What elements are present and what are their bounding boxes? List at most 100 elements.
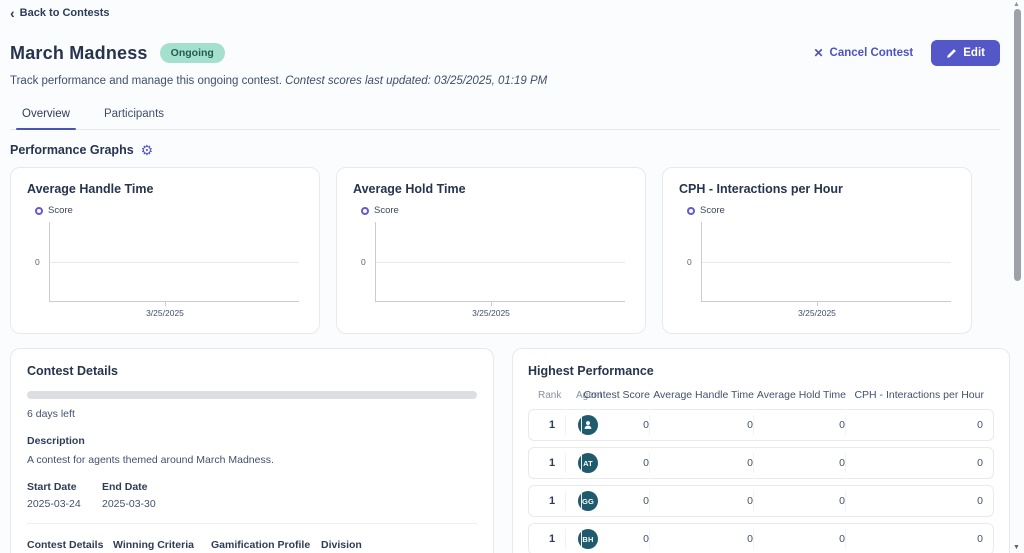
winning-criteria-label: Winning Criteria: [113, 539, 211, 551]
page-subtitle: Track performance and manage this ongoin…: [10, 75, 1000, 87]
cancel-contest-label: Cancel Contest: [830, 47, 914, 59]
handle-time-value: 0: [649, 453, 753, 473]
chart-plot-area: 0 3/25/2025: [679, 222, 955, 318]
table-row: 1 Jaqueline Lopes 0 0 0 0: [528, 409, 994, 441]
performance-graphs-header: Performance Graphs ⚙: [10, 143, 1000, 157]
col-contest-score: Contest Score: [582, 389, 650, 401]
cancel-contest-button[interactable]: ✕ Cancel Contest: [813, 46, 913, 60]
close-icon: ✕: [813, 46, 823, 60]
end-date-value: 2025-03-30: [102, 498, 156, 510]
agent-cell: BH bilal hussain: [565, 529, 581, 549]
title-row: March Madness Ongoing ✕ Cancel Contest E…: [10, 40, 1000, 66]
chevron-left-icon: ‹: [10, 8, 15, 18]
x-axis: [375, 301, 625, 302]
division-field: Division Home: [321, 539, 362, 553]
gamification-profile-label: Gamification Profile: [211, 539, 321, 551]
agent-cell: Jaqueline Lopes: [565, 415, 581, 435]
table-row: 1 AT Ashley Timbrook 0 0 0 0: [528, 447, 994, 479]
meta-fields-row: Contest Details Individual Winning Crite…: [27, 539, 477, 553]
chart-card-average-handle-time: Average Handle Time Score 0 3/25/2025: [10, 167, 320, 334]
legend-label: Score: [374, 205, 399, 216]
hold-time-value: 0: [753, 415, 845, 435]
vertical-scrollbar: ▲ ▼: [1010, 0, 1024, 553]
description-label: Description: [27, 435, 477, 447]
col-average-handle-time: Average Handle Time: [650, 389, 754, 401]
last-updated-text: Contest scores last updated: 03/25/2025,…: [285, 75, 547, 87]
legend-item-score[interactable]: Score: [35, 205, 303, 216]
y-axis-tick-label: 0: [361, 257, 366, 267]
agent-cell: AT Ashley Timbrook: [565, 453, 581, 473]
cph-value: 0: [845, 453, 983, 473]
gridline: [701, 262, 951, 263]
tab-participants[interactable]: Participants: [102, 102, 166, 129]
col-average-hold-time: Average Hold Time: [754, 389, 846, 401]
winning-criteria-field: Winning Criteria Highest Total Score: [113, 539, 211, 553]
gamification-profile-field: Gamification Profile Default: [211, 539, 321, 553]
scroll-down-icon[interactable]: ▼: [1013, 544, 1020, 551]
x-axis-tick: [491, 302, 492, 306]
y-axis-tick-label: 0: [687, 257, 692, 267]
start-date-label: Start Date: [27, 481, 102, 493]
handle-time-value: 0: [649, 415, 753, 435]
col-agent: Agent: [564, 390, 582, 401]
chart-title: Average Hold Time: [353, 182, 629, 196]
y-axis: [375, 222, 376, 302]
division-label: Division: [321, 539, 362, 551]
days-left-text: 6 days left: [27, 408, 477, 420]
chart-title: Average Handle Time: [27, 182, 303, 196]
table-row: 1 GG Gladys Galabay 0 0 0 0: [528, 485, 994, 517]
chart-plot-area: 0 3/25/2025: [353, 222, 629, 318]
gear-icon[interactable]: ⚙: [141, 144, 154, 156]
cph-value: 0: [845, 529, 983, 549]
back-link-label: Back to Contests: [20, 7, 110, 19]
contest-score-value: 0: [581, 453, 649, 473]
cph-value: 0: [845, 415, 983, 435]
highest-performance-card: Highest Performance Rank Agent Contest S…: [512, 348, 1010, 553]
highest-performance-title: Highest Performance: [528, 364, 994, 378]
bottom-row: Contest Details 6 days left Description …: [10, 348, 1010, 553]
start-date-field: Start Date 2025-03-24: [27, 481, 102, 510]
contest-type-label: Contest Details: [27, 539, 113, 551]
tab-bar: Overview Participants: [10, 102, 1000, 130]
hold-time-value: 0: [753, 491, 845, 511]
edit-button[interactable]: Edit: [931, 40, 1000, 66]
x-axis: [49, 301, 299, 302]
header-actions: ✕ Cancel Contest Edit: [813, 40, 1000, 66]
chart-plot-area: 0 3/25/2025: [27, 222, 303, 318]
handle-time-value: 0: [649, 491, 753, 511]
contest-progress-bar: [27, 391, 477, 399]
legend-label: Score: [700, 205, 725, 216]
description-block: Description A contest for agents themed …: [27, 435, 477, 466]
scroll-up-icon[interactable]: ▲: [1013, 1, 1020, 8]
cph-value: 0: [845, 491, 983, 511]
scrollbar-thumb[interactable]: [1014, 9, 1021, 281]
handle-time-value: 0: [649, 529, 753, 549]
charts-row: Average Handle Time Score 0 3/25/2025 Av…: [10, 167, 972, 334]
hold-time-value: 0: [753, 453, 845, 473]
back-to-contests-link[interactable]: ‹ Back to Contests: [10, 7, 110, 19]
end-date-field: End Date 2025-03-30: [102, 481, 156, 510]
leaderboard-table: Rank Agent Contest Score Average Handle …: [528, 389, 994, 553]
table-header-row: Rank Agent Contest Score Average Handle …: [528, 389, 994, 409]
rank-value: 1: [539, 419, 565, 431]
col-rank: Rank: [538, 390, 564, 401]
x-axis-tick-label: 3/25/2025: [27, 308, 303, 318]
contest-details-title: Contest Details: [27, 364, 477, 378]
rank-value: 1: [539, 457, 565, 469]
y-axis: [701, 222, 702, 302]
legend-marker-icon: [35, 207, 43, 215]
agent-cell: GG Gladys Galabay: [565, 491, 581, 511]
start-date-value: 2025-03-24: [27, 498, 102, 510]
legend-item-score[interactable]: Score: [687, 205, 955, 216]
contest-score-value: 0: [581, 529, 649, 549]
page: ‹ Back to Contests March Madness Ongoing…: [0, 0, 1010, 553]
status-badge: Ongoing: [160, 43, 225, 63]
legend-marker-icon: [361, 207, 369, 215]
legend-item-score[interactable]: Score: [361, 205, 629, 216]
legend-marker-icon: [687, 207, 695, 215]
tab-overview[interactable]: Overview: [20, 102, 72, 129]
contest-score-value: 0: [581, 491, 649, 511]
chart-title: CPH - Interactions per Hour: [679, 182, 955, 196]
edit-button-label: Edit: [963, 47, 985, 59]
contest-type-field: Contest Details Individual: [27, 539, 113, 553]
